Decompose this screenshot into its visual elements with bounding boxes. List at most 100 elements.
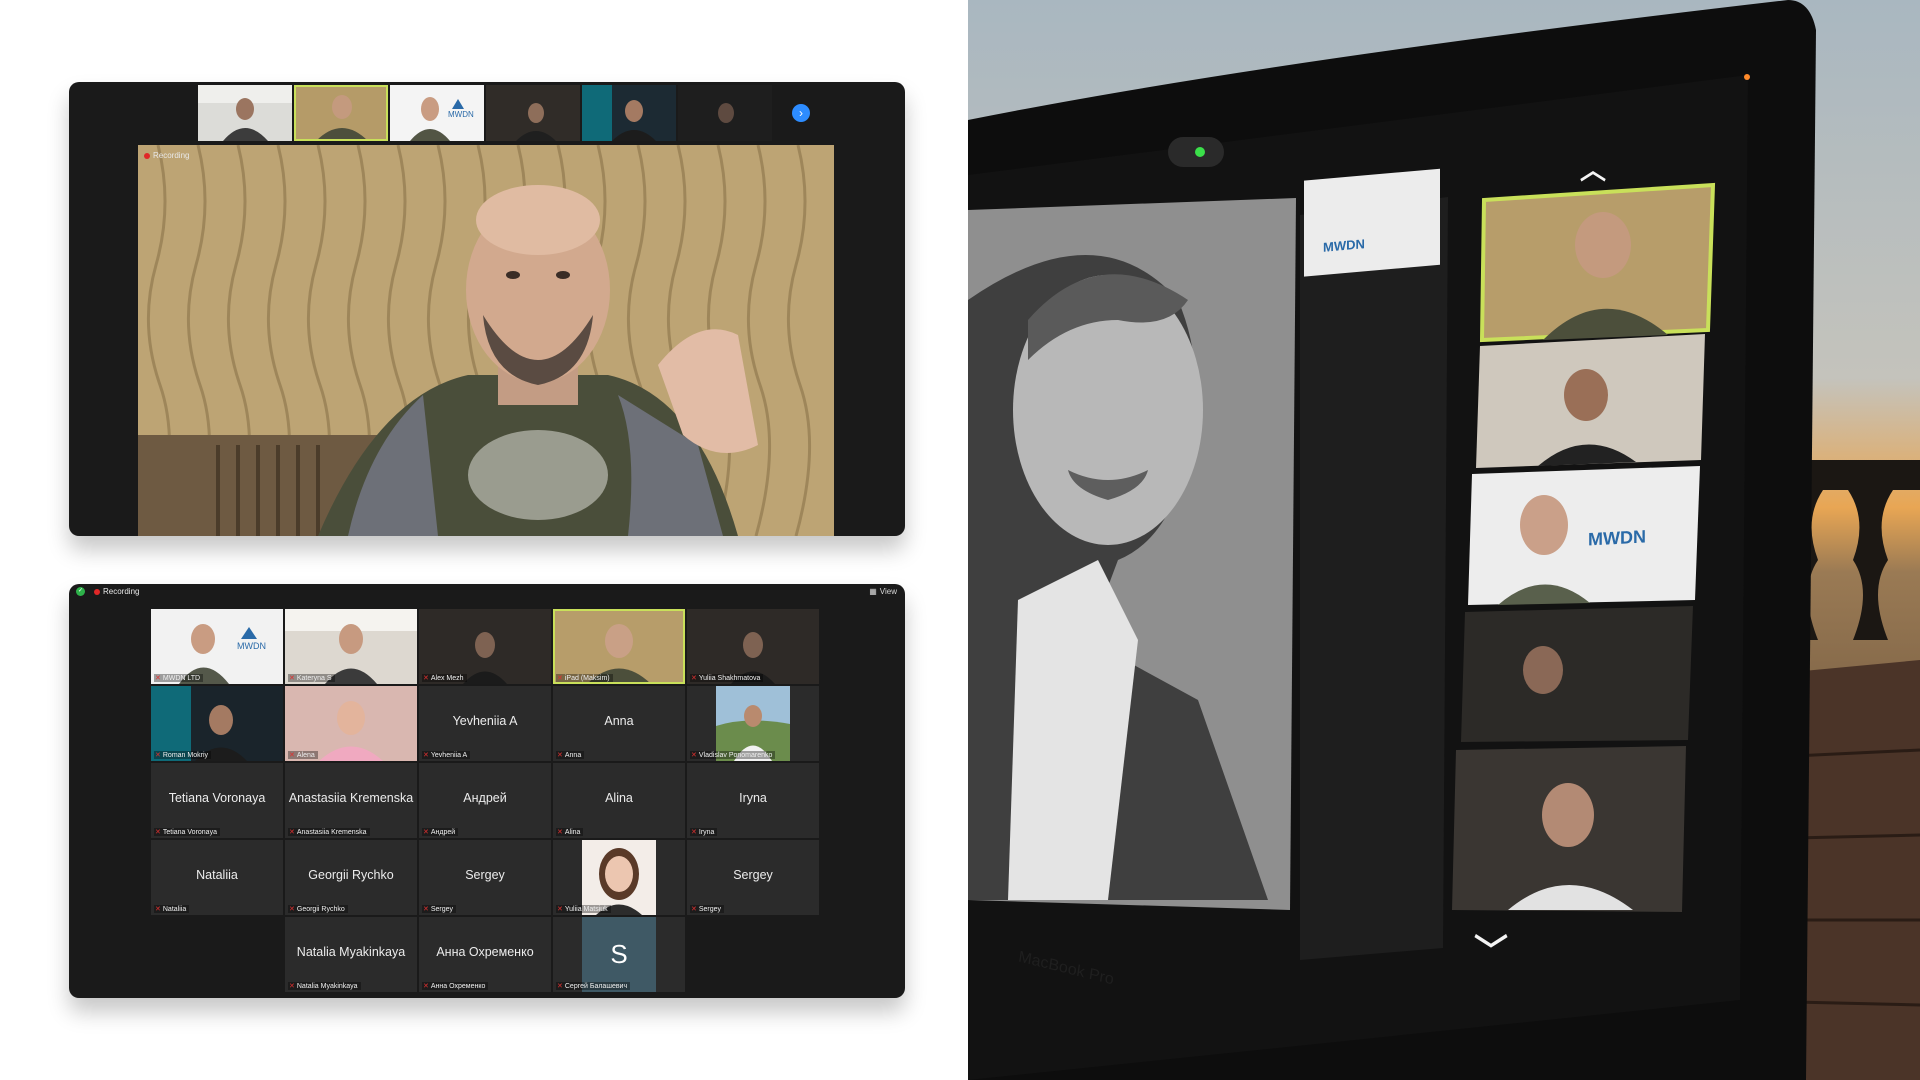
participant-name-text: Kateryna S — [296, 674, 332, 682]
participant-name-label: ✕ Vladislav Ponomarenko — [690, 751, 776, 759]
participant-tile[interactable]: S ✕ Сергей Балашевич — [553, 917, 685, 992]
participant-name-text: Anna — [564, 751, 582, 759]
chevron-right-icon[interactable]: › — [792, 104, 810, 122]
participant-tile[interactable]: Natalia Myakinkaya ✕ Natalia Myakinkaya — [285, 917, 417, 992]
participant-tile[interactable]: ✕ Roman Mokriy — [151, 686, 283, 761]
mic-muted-icon: ✕ — [557, 752, 563, 759]
participant-name-label: ✕ Сергей Балашевич — [556, 982, 631, 990]
participant-name-label: ✕ Анна Охременко — [422, 982, 489, 990]
participant-grid: MWDN ✕ MWDN LTD ✕ Kateryna S ✕ Alex Mezh ✕ iPad … — [151, 609, 819, 992]
participant-tile[interactable]: ✕ Vladislav Ponomarenko — [687, 686, 819, 761]
participant-name-text: Vladislav Ponomarenko — [698, 751, 773, 759]
svg-text:MWDN: MWDN — [448, 110, 474, 119]
participant-tile[interactable]: Georgii Rychko ✕ Georgii Rychko — [285, 840, 417, 915]
mic-muted-icon: ✕ — [423, 675, 429, 682]
participant-name-text: Iryna — [698, 828, 715, 836]
mic-muted-icon: ✕ — [557, 675, 563, 682]
participant-name-text: Alena — [296, 751, 315, 759]
participant-video — [687, 609, 819, 684]
strip-thumb-6[interactable] — [678, 85, 772, 141]
svg-text:MWDN: MWDN — [237, 641, 266, 651]
participant-tile[interactable]: Yevheniia A ✕ Yevheniia A — [419, 686, 551, 761]
participant-tile[interactable]: ✕ Alena — [285, 686, 417, 761]
participant-tile[interactable]: Iryna ✕ Iryna — [687, 763, 819, 838]
strip-thumb-5[interactable] — [582, 85, 676, 141]
participant-video — [151, 686, 283, 761]
participant-name-text: MWDN LTD — [162, 674, 201, 682]
participant-name-label: ✕ Yuliia Shakhmatova — [690, 674, 764, 682]
participant-display-name: Alina — [605, 791, 633, 805]
gallery-view-window: ✓ Recording ▦ View MWDN ✕ MWDN LTD ✕ Kateryn… — [69, 584, 905, 998]
participant-tile[interactable]: Sergey ✕ Sergey — [687, 840, 819, 915]
participant-tile[interactable]: MWDN ✕ MWDN LTD — [151, 609, 283, 684]
mic-muted-icon: ✕ — [155, 829, 161, 836]
participant-video — [553, 609, 685, 684]
mic-muted-icon: ✕ — [289, 906, 295, 913]
participant-display-name: Natalia Myakinkaya — [296, 945, 406, 959]
strip-thumb-2-active-speaker[interactable] — [294, 85, 388, 141]
participant-video — [419, 609, 551, 684]
participant-tile[interactable]: Alina ✕ Alina — [553, 763, 685, 838]
recording-label: Recording — [103, 587, 140, 596]
participant-tile[interactable]: Anna ✕ Anna — [553, 686, 685, 761]
speaker-view-window: MWDN › Recording — [69, 82, 905, 536]
chevron-up-icon[interactable]: ︿ — [1580, 150, 1606, 187]
participant-tile[interactable]: Anastasiia Kremenska ✕ Anastasiia Kremensk… — [285, 763, 417, 838]
recording-dot-icon — [94, 588, 100, 595]
security-shield-icon[interactable]: ✓ — [76, 587, 85, 596]
participant-tile[interactable]: ✕ Alex Mezh — [419, 609, 551, 684]
participant-name-label: ✕ Андрей — [422, 828, 459, 836]
participant-initial-avatar: S — [582, 917, 656, 992]
participant-tile[interactable]: Андрей ✕ Андрей — [419, 763, 551, 838]
recording-indicator: Recording — [144, 151, 189, 160]
strip-thumb-4[interactable] — [486, 85, 580, 141]
participant-tile[interactable]: Tetiana Voronaya ✕ Tetiana Voronaya — [151, 763, 283, 838]
participant-tile[interactable]: ✕ Yuliia Shakhmatova — [687, 609, 819, 684]
participant-name-label: ✕ iPad (Maksim) — [556, 674, 613, 682]
participant-display-name: Anastasiia Kremenska — [288, 791, 414, 805]
participant-photo — [582, 840, 656, 915]
participant-tile[interactable]: ✕ Kateryna S — [285, 609, 417, 684]
participant-name-text: Anastasiia Kremenska — [296, 828, 367, 836]
participant-name-text: Yevheniia A — [430, 751, 468, 759]
participant-display-name: Анна Охременко — [436, 945, 534, 959]
participant-display-name: Tetiana Voronaya — [168, 791, 266, 805]
participant-tile[interactable]: ✕ Yuliia Matsiuk — [553, 840, 685, 915]
participant-video — [285, 609, 417, 684]
participant-tile[interactable]: Анна Охременко ✕ Анна Охременко — [419, 917, 551, 992]
participant-name-label: ✕ Sergey — [690, 905, 725, 913]
chevron-down-icon[interactable]: ﹀ — [1474, 924, 1508, 973]
participant-name-text: Alina — [564, 828, 581, 836]
mic-muted-icon: ✕ — [289, 752, 295, 759]
participant-name-text: Sergey — [698, 905, 722, 913]
participant-name-label: ✕ Alina — [556, 828, 584, 836]
mic-muted-icon: ✕ — [289, 983, 295, 990]
participant-tile[interactable]: Sergey ✕ Sergey — [419, 840, 551, 915]
recording-dot-icon — [144, 152, 150, 159]
participant-name-label: ✕ Alena — [288, 751, 318, 759]
participant-tile[interactable]: Nataliia ✕ Nataliia — [151, 840, 283, 915]
participant-name-text: Alex Mezh — [430, 674, 464, 682]
participant-name-label: ✕ Kateryna S — [288, 674, 335, 682]
participant-tile[interactable]: ✕ iPad (Maksim) — [553, 609, 685, 684]
mic-muted-icon: ✕ — [289, 675, 295, 682]
participant-video: MWDN — [151, 609, 283, 684]
mic-muted-icon: ✕ — [691, 752, 697, 759]
participant-name-label: ✕ Yuliia Matsiuk — [556, 905, 611, 913]
mic-muted-icon: ✕ — [423, 829, 429, 836]
participant-name-text: Roman Mokriy — [162, 751, 208, 759]
mwdn-logo-large: MWDN — [1588, 526, 1646, 550]
participant-name-text: Yuliia Matsiuk — [564, 905, 608, 913]
participant-name-label: ✕ Nataliia — [154, 905, 190, 913]
participant-name-text: Андрей — [430, 828, 456, 836]
participant-name-text: Sergey — [430, 905, 454, 913]
strip-thumb-1[interactable] — [198, 85, 292, 141]
strip-thumb-3[interactable]: MWDN — [390, 85, 484, 141]
participant-video — [285, 686, 417, 761]
participant-name-text: Natalia Myakinkaya — [296, 982, 358, 990]
mic-muted-icon: ✕ — [557, 829, 563, 836]
participant-display-name: Iryna — [739, 791, 767, 805]
participant-display-name: Sergey — [465, 868, 505, 882]
view-button[interactable]: ▦ View — [869, 587, 897, 596]
mic-muted-icon: ✕ — [691, 829, 697, 836]
